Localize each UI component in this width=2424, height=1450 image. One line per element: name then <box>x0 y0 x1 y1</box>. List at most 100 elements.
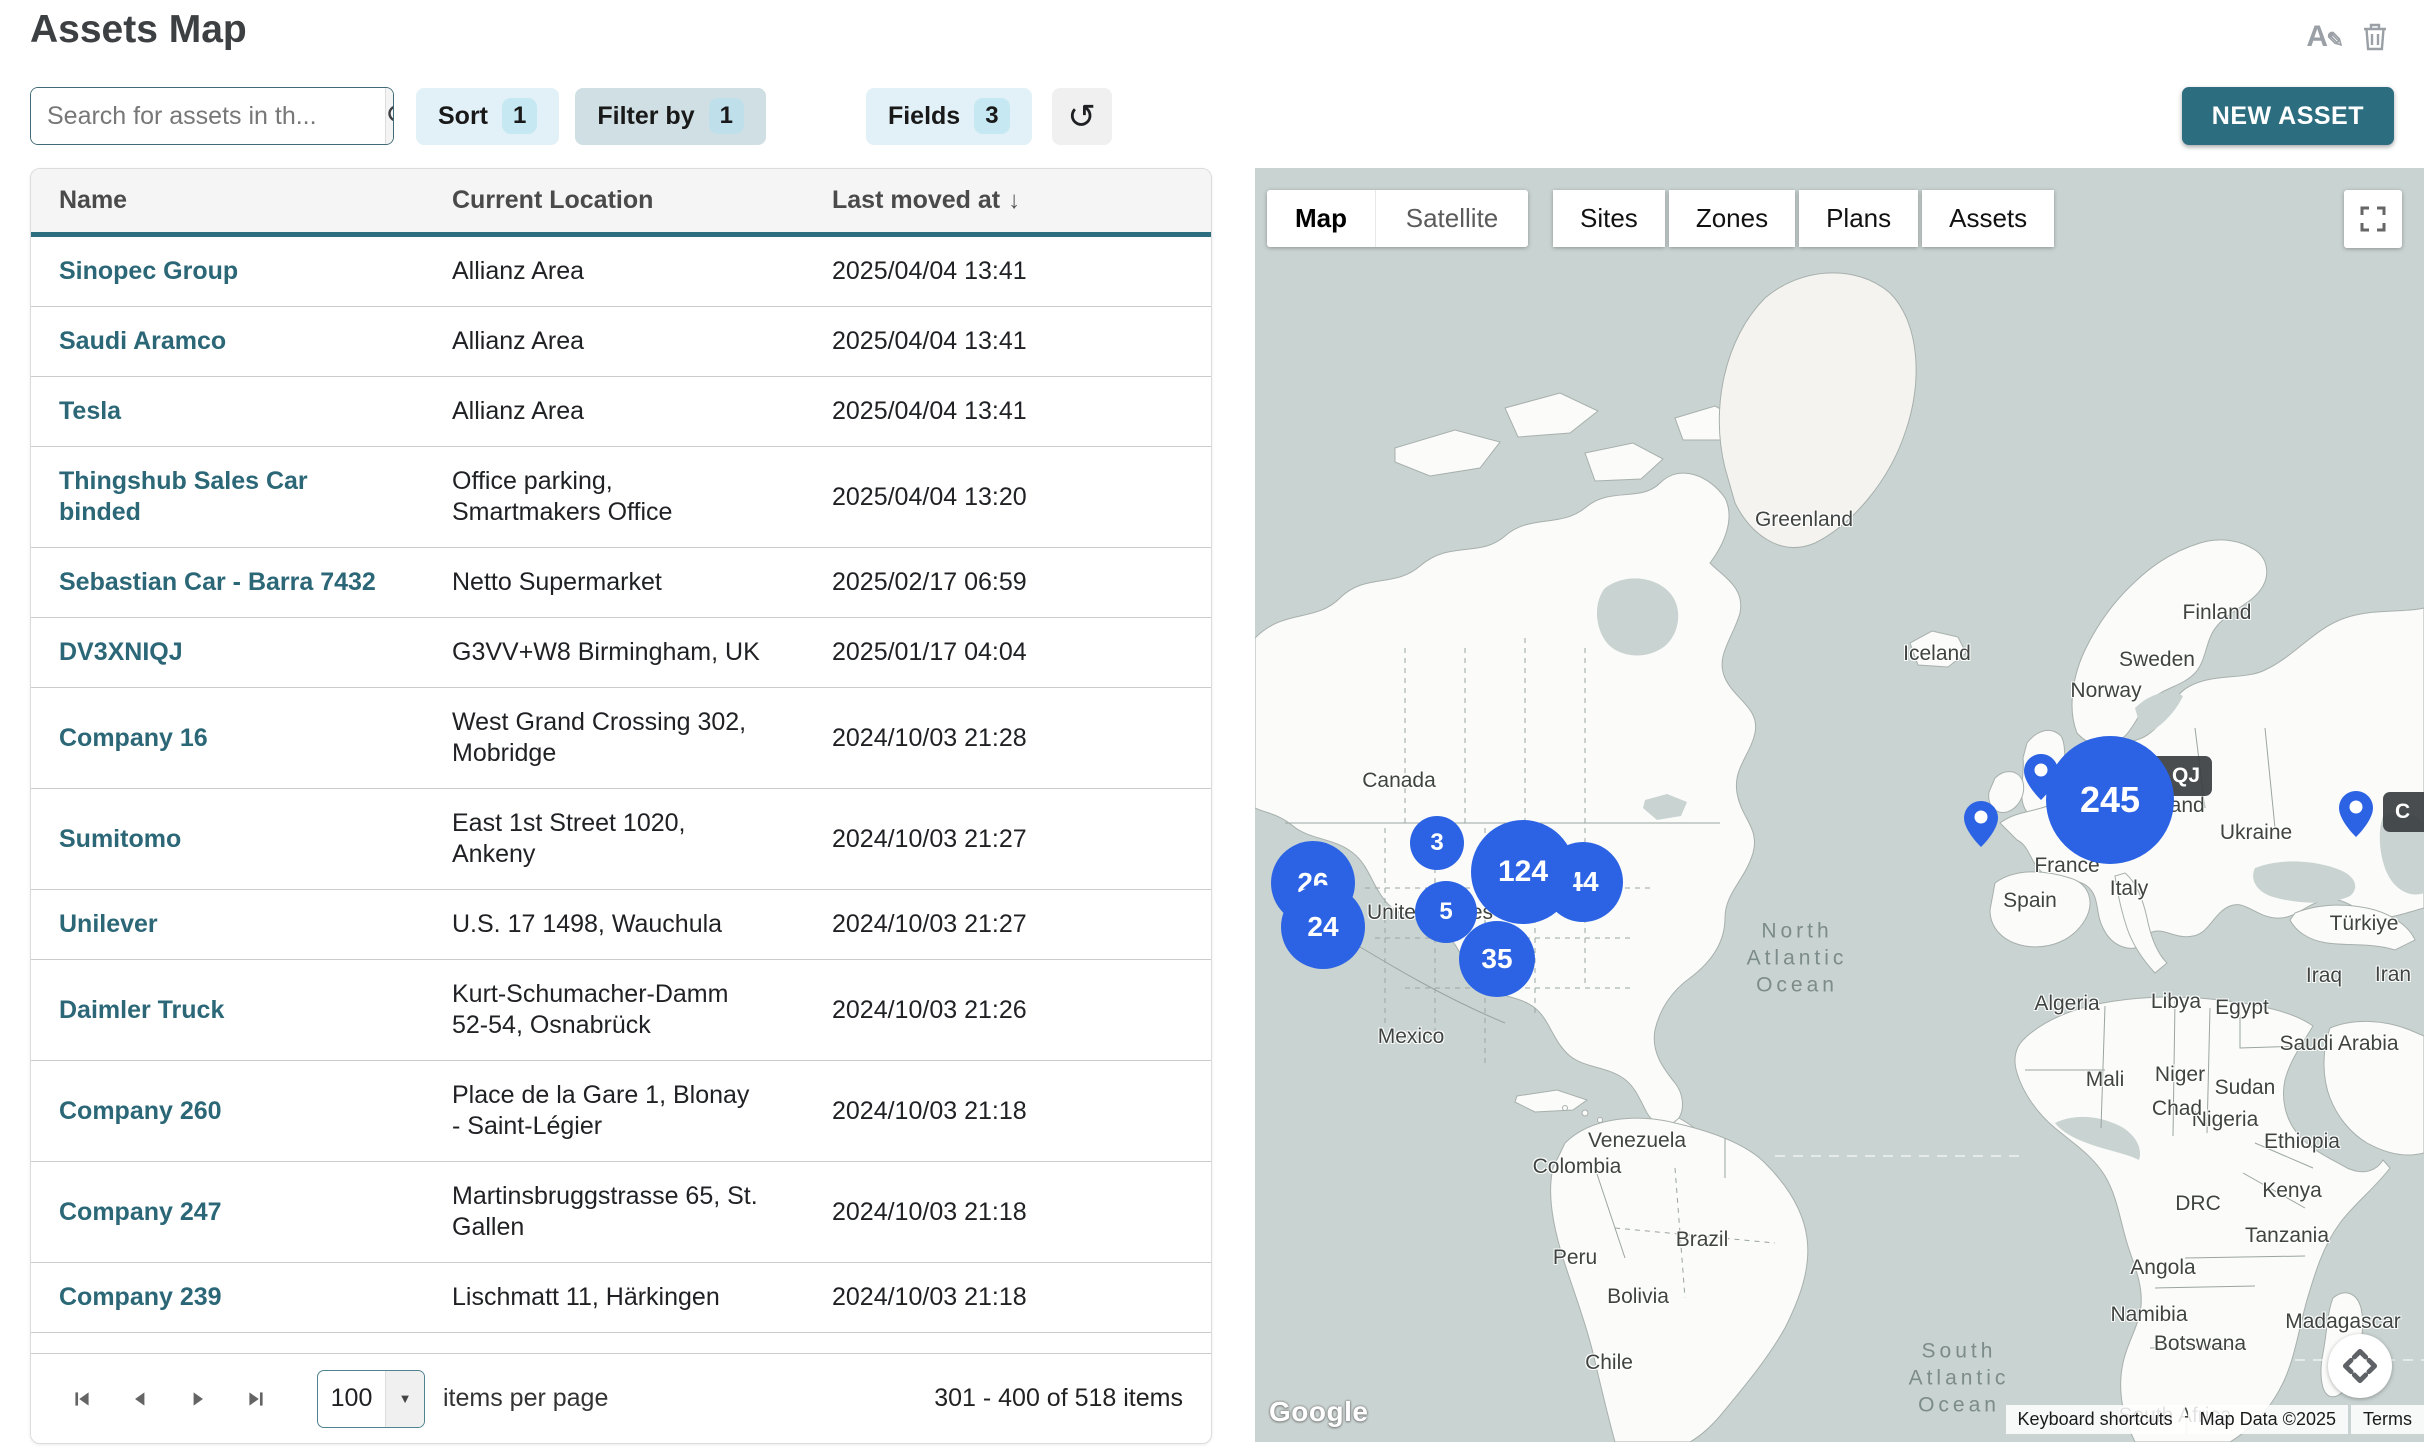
search-icon[interactable] <box>385 88 394 144</box>
table-row: DV3XNIQJ G3VV+W8 Birmingham, UK2025/01/17… <box>31 618 1211 688</box>
country-label: Namibia <box>2110 1303 2187 1327</box>
ocean-label: SouthAtlanticOcean <box>1909 1338 2010 1419</box>
country-label: Egypt <box>2215 996 2269 1020</box>
table-row: Daimler TruckKurt-Schumacher-Damm 52-54,… <box>31 960 1211 1061</box>
country-label: Tanzania <box>2245 1224 2329 1248</box>
table-row: Company 236Route de la Plaine 999,2024/1… <box>31 1333 1211 1353</box>
asset-location-cell: East 1st Street 1020, Ankeny <box>424 789 804 889</box>
asset-link[interactable]: Daimler Truck <box>59 996 224 1024</box>
world-map-graphic <box>1255 168 2424 1442</box>
pan-control-icon[interactable] <box>2328 1334 2392 1398</box>
country-label: Angola <box>2130 1256 2195 1280</box>
asset-location-cell: Lischmatt 11, Härkingen <box>424 1263 804 1332</box>
new-asset-button[interactable]: NEW ASSET <box>2182 87 2394 145</box>
asset-link[interactable]: Unilever <box>59 910 158 938</box>
last-page-button[interactable] <box>233 1376 279 1422</box>
cluster-marker[interactable]: 124 <box>1471 820 1575 924</box>
prev-page-button[interactable] <box>117 1376 163 1422</box>
asset-name-cell: Saudi Aramco <box>31 307 424 376</box>
asset-link[interactable]: Sebastian Car - Barra 7432 <box>59 568 376 596</box>
asset-last-moved-cell: 2025/04/04 13:20 <box>804 463 1211 532</box>
rename-icon[interactable]: A✎ <box>2306 22 2328 52</box>
asset-link[interactable]: Sumitomo <box>59 825 181 853</box>
asset-location-cell: Allianz Area <box>424 237 804 306</box>
map-layer-button-assets[interactable]: Assets <box>1922 190 2054 247</box>
search-input[interactable] <box>31 88 385 144</box>
asset-last-moved-cell: 2024/10/03 21:18 <box>804 1077 1211 1146</box>
fullscreen-icon[interactable] <box>2344 190 2402 248</box>
cluster-marker[interactable]: 245 <box>2046 736 2174 864</box>
map-type-map-button[interactable]: Map <box>1267 190 1376 247</box>
items-per-page-label: items per page <box>443 1384 608 1413</box>
asset-name-cell: Sinopec Group <box>31 237 424 306</box>
asset-link[interactable]: Company 239 <box>59 1283 222 1311</box>
map-canvas[interactable]: GreenlandIcelandNorwaySwedenFinlandCanad… <box>1255 168 2424 1442</box>
asset-location-cell: Netto Supermarket <box>424 548 804 617</box>
asset-link[interactable]: Company 16 <box>59 724 208 752</box>
map-pin-icon[interactable] <box>2338 790 2374 843</box>
country-label: Colombia <box>1533 1155 1622 1179</box>
sort-button[interactable]: Sort 1 <box>416 88 559 145</box>
asset-last-moved-cell: 2024/10/03 21:27 <box>804 890 1211 959</box>
asset-location-cell: U.S. 17 1498, Wauchula <box>424 890 804 959</box>
asset-name-cell: Sumitomo <box>31 805 424 874</box>
asset-location-cell: Office parking, Smartmakers Office <box>424 447 804 547</box>
asset-last-moved-cell: 2024/10/03 21:27 <box>804 805 1211 874</box>
ocean-label: NorthAtlanticOcean <box>1747 918 1848 999</box>
asset-link[interactable]: Company 260 <box>59 1097 222 1125</box>
country-label: Kenya <box>2262 1179 2322 1203</box>
sort-count-badge: 1 <box>502 98 537 134</box>
country-label: Spain <box>2003 889 2057 913</box>
country-label: Ethiopia <box>2264 1130 2340 1154</box>
map-pin-icon[interactable] <box>1963 800 1999 853</box>
asset-link[interactable]: DV3XNIQJ <box>59 638 183 666</box>
next-page-button[interactable] <box>175 1376 221 1422</box>
fields-count-badge: 3 <box>974 98 1009 134</box>
map-layer-button-sites[interactable]: Sites <box>1553 190 1665 247</box>
asset-link[interactable]: Saudi Aramco <box>59 327 226 355</box>
attribution-item[interactable]: Map Data ©2025 <box>2188 1405 2348 1434</box>
column-header-last-moved[interactable]: Last moved at↓ <box>804 186 1211 215</box>
cluster-marker[interactable]: 3 <box>1410 816 1464 870</box>
first-page-button[interactable] <box>59 1376 105 1422</box>
asset-link[interactable]: Company 247 <box>59 1198 222 1226</box>
fields-button[interactable]: Fields 3 <box>866 88 1032 145</box>
map-layer-buttons: SitesZonesPlansAssets <box>1553 190 2054 247</box>
country-label: Türkiye <box>2330 912 2399 936</box>
table-header: Name Current Location Last moved at↓ <box>31 169 1211 237</box>
asset-last-moved-cell: 2025/02/17 06:59 <box>804 548 1211 617</box>
trash-icon[interactable] <box>2362 22 2388 52</box>
asset-last-moved-cell: 2024/10/03 21:17 <box>804 1333 1211 1353</box>
asset-location-cell: Allianz Area <box>424 377 804 446</box>
filter-button[interactable]: Filter by 1 <box>575 88 766 145</box>
asset-location-cell: Place de la Gare 1, Blonay - Saint-Légie… <box>424 1061 804 1161</box>
page-title: Assets Map <box>30 8 247 52</box>
asset-location-cell: G3VV+W8 Birmingham, UK <box>424 618 804 687</box>
asset-last-moved-cell: 2025/04/04 13:41 <box>804 237 1211 306</box>
asset-last-moved-cell: 2025/01/17 04:04 <box>804 618 1211 687</box>
table-row: Sinopec Group Allianz Area2025/04/04 13:4… <box>31 237 1211 307</box>
attribution-item[interactable]: Terms <box>2351 1405 2424 1434</box>
map-layer-button-zones[interactable]: Zones <box>1669 190 1795 247</box>
asset-last-moved-cell: 2024/10/03 21:18 <box>804 1263 1211 1332</box>
cluster-marker[interactable]: 35 <box>1459 921 1535 997</box>
column-header-location[interactable]: Current Location <box>424 186 804 215</box>
asset-name-cell: Company 247 <box>31 1178 424 1247</box>
map-type-satellite-button[interactable]: Satellite <box>1376 190 1528 247</box>
attribution-item[interactable]: Keyboard shortcuts <box>2006 1405 2185 1434</box>
refresh-icon[interactable]: ↺ <box>1052 88 1112 145</box>
asset-link[interactable]: Sinopec Group <box>59 257 238 285</box>
map-layer-button-plans[interactable]: Plans <box>1799 190 1918 247</box>
column-header-name[interactable]: Name <box>31 186 424 215</box>
table-row: Company 16West Grand Crossing 302, Mobri… <box>31 688 1211 789</box>
country-label: Venezuela <box>1588 1129 1686 1153</box>
page-size-select[interactable]: 100 ▼ <box>317 1370 425 1428</box>
sort-desc-icon: ↓ <box>1008 187 1020 214</box>
table-row: Company 247Martinsbruggstrasse 65, St. G… <box>31 1162 1211 1263</box>
asset-link[interactable]: Thingshub Sales Car binded <box>59 467 308 526</box>
table-row: Saudi AramcoAllianz Area2025/04/04 13:41 <box>31 307 1211 377</box>
asset-link[interactable]: Tesla <box>59 397 121 425</box>
map-type-control: Map Satellite <box>1267 190 1528 247</box>
cluster-marker[interactable]: 24 <box>1281 885 1365 969</box>
pagination-bar: 100 ▼ items per page 301 - 400 of 518 it… <box>31 1353 1211 1443</box>
